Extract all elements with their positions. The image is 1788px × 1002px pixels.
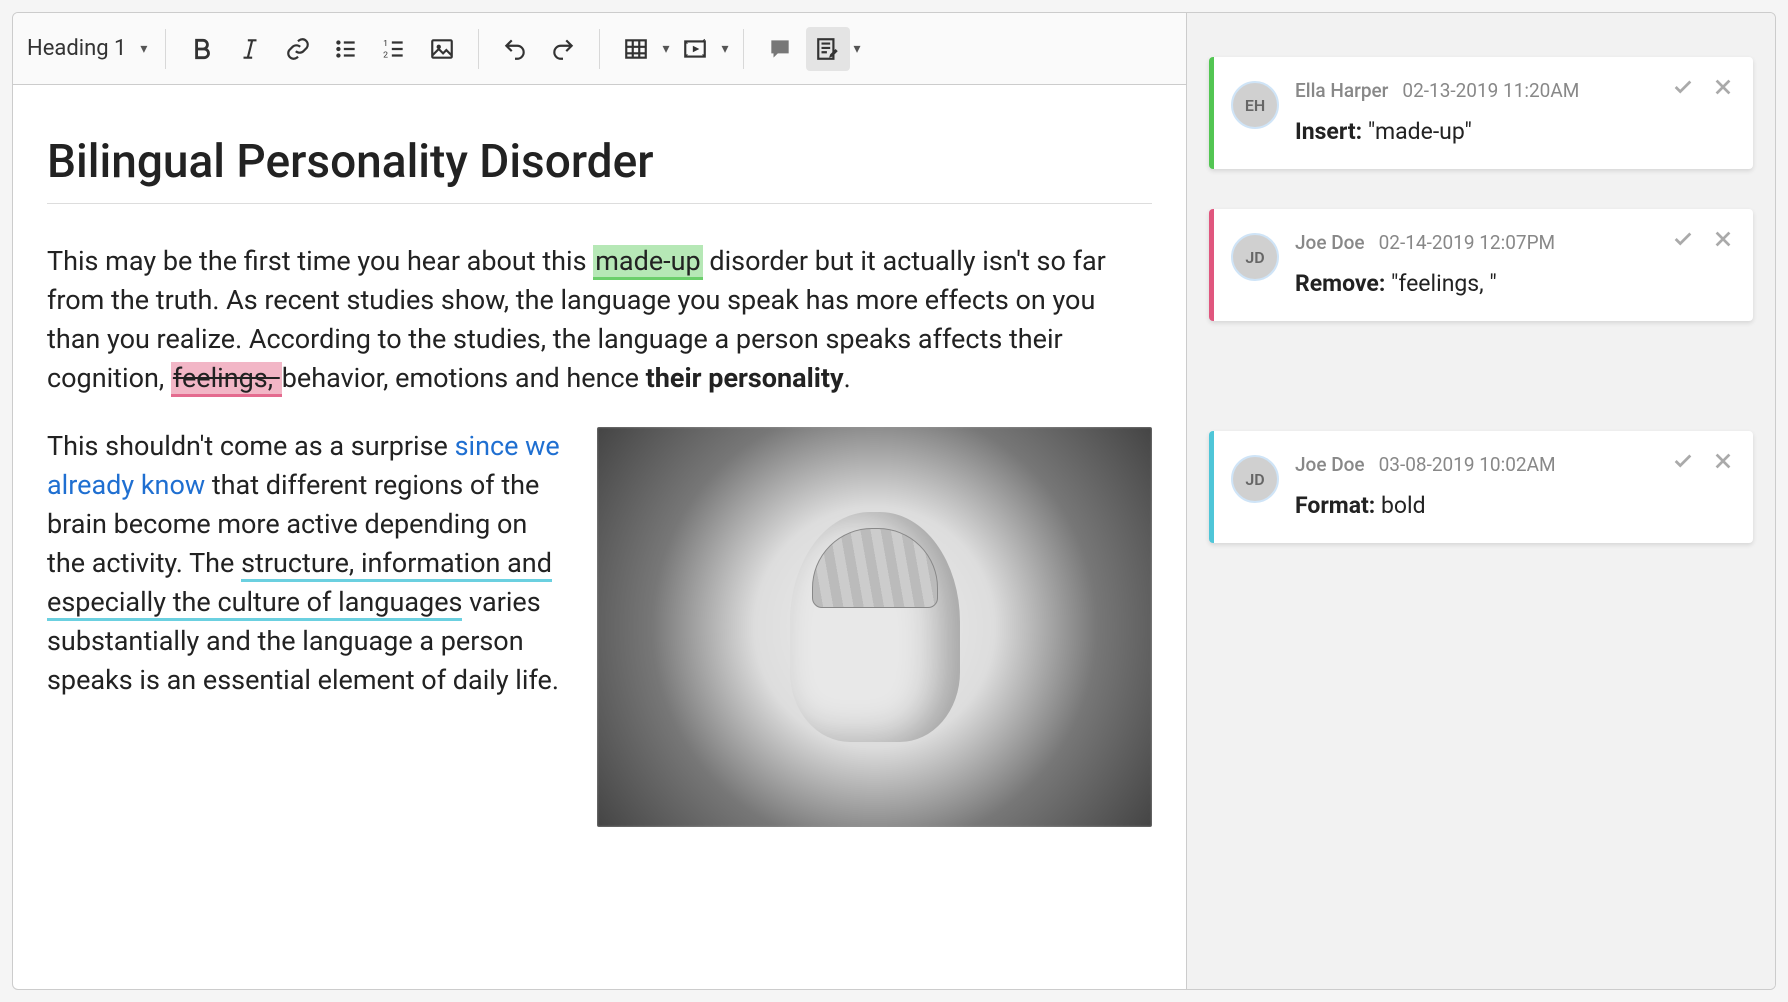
suggestion-actions <box>1665 443 1741 479</box>
toolbar-separator <box>599 29 600 69</box>
chevron-down-icon[interactable]: ▾ <box>854 41 861 57</box>
history-group <box>487 27 591 71</box>
suggestion-label: Remove: <box>1295 270 1385 297</box>
format-group: 12 <box>174 27 470 71</box>
suggestions-sidebar: EH Ella Harper 02-13-2019 11:20AM Insert… <box>1187 13 1775 989</box>
heading-dropdown[interactable]: Heading 1 ▾ <box>23 27 157 71</box>
italic-button[interactable] <box>228 27 272 71</box>
accept-button[interactable] <box>1665 221 1701 257</box>
table-button[interactable] <box>614 27 658 71</box>
image-placeholder-head <box>790 512 960 742</box>
svg-text:1: 1 <box>384 38 389 48</box>
suggestion-author: Joe Doe <box>1295 453 1365 476</box>
image-placeholder-brain <box>812 528 938 608</box>
suggestion-author: Ella Harper <box>1295 79 1388 102</box>
toolbar-separator <box>165 29 166 69</box>
suggestion-label: Format: <box>1295 492 1375 519</box>
avatar: JD <box>1231 455 1279 503</box>
text: behavior, emotions and hence <box>282 362 646 394</box>
comment-button[interactable] <box>758 27 802 71</box>
suggestion-stripe <box>1209 57 1214 169</box>
suggestion-label: Insert: <box>1295 118 1362 145</box>
suggestion-actions <box>1665 69 1741 105</box>
suggestion-card[interactable]: EH Ella Harper 02-13-2019 11:20AM Insert… <box>1209 57 1753 169</box>
reject-button[interactable] <box>1705 221 1741 257</box>
suggestion-stripe <box>1209 431 1214 543</box>
chevron-down-icon[interactable]: ▾ <box>721 41 728 57</box>
toolbar-separator <box>743 29 744 69</box>
deletion-mark[interactable]: feelings, <box>171 362 282 397</box>
page-title: Bilingual Personality Disorder <box>47 135 1152 189</box>
editor-body[interactable]: Bilingual Personality Disorder This may … <box>13 85 1186 989</box>
suggestion-date: 03-08-2019 10:02AM <box>1379 453 1556 476</box>
image-button[interactable] <box>420 27 464 71</box>
suggestion-card[interactable]: JD Joe Doe 02-14-2019 12:07PM Remove: "f… <box>1209 209 1753 321</box>
reject-button[interactable] <box>1705 443 1741 479</box>
paragraph-1: This may be the first time you hear abou… <box>47 242 1152 399</box>
spacer <box>1209 361 1753 431</box>
title-rule <box>47 203 1152 204</box>
insertion-mark[interactable]: made-up <box>593 245 702 280</box>
bold-button[interactable] <box>180 27 224 71</box>
reject-button[interactable] <box>1705 69 1741 105</box>
app-frame: Heading 1 ▾ 12 <box>12 12 1776 990</box>
suggestion-value: "feelings, " <box>1391 270 1497 297</box>
redo-button[interactable] <box>541 27 585 71</box>
suggestion-author: Joe Doe <box>1295 231 1365 254</box>
link-button[interactable] <box>276 27 320 71</box>
chevron-down-icon[interactable]: ▾ <box>662 41 669 57</box>
heading-label: Heading 1 <box>27 36 126 61</box>
toolbar: Heading 1 ▾ 12 <box>13 13 1186 85</box>
text: This may be the first time you hear abou… <box>47 245 593 277</box>
suggestion-date: 02-13-2019 11:20AM <box>1402 79 1579 102</box>
suggestion-value: "made-up" <box>1368 118 1472 145</box>
text: This shouldn't come as a surprise <box>47 430 455 462</box>
toolbar-separator <box>478 29 479 69</box>
bold-text: their personality <box>646 362 844 394</box>
undo-button[interactable] <box>493 27 537 71</box>
suggestion-value: bold <box>1381 492 1426 519</box>
numbered-list-button[interactable]: 12 <box>372 27 416 71</box>
bullet-list-button[interactable] <box>324 27 368 71</box>
chevron-down-icon: ▾ <box>140 41 147 57</box>
suggestion-stripe <box>1209 209 1214 321</box>
suggestion-actions <box>1665 221 1741 257</box>
insert-group: ▾ ▾ <box>608 27 734 71</box>
editor-column: Heading 1 ▾ 12 <box>13 13 1187 989</box>
suggestion-date: 02-14-2019 12:07PM <box>1379 231 1556 254</box>
text: . <box>844 362 851 394</box>
article-image[interactable] <box>597 427 1152 827</box>
accept-button[interactable] <box>1665 69 1701 105</box>
avatar: EH <box>1231 81 1279 129</box>
suggestion-text: Remove: "feelings, " <box>1295 270 1731 297</box>
avatar: JD <box>1231 233 1279 281</box>
collab-group: ▾ <box>752 27 867 71</box>
accept-button[interactable] <box>1665 443 1701 479</box>
suggestion-text: Insert: "made-up" <box>1295 118 1731 145</box>
svg-text:2: 2 <box>384 50 389 60</box>
track-changes-button[interactable] <box>806 27 850 71</box>
media-button[interactable] <box>673 27 717 71</box>
suggestion-card[interactable]: JD Joe Doe 03-08-2019 10:02AM Format: bo… <box>1209 431 1753 543</box>
suggestion-text: Format: bold <box>1295 492 1731 519</box>
